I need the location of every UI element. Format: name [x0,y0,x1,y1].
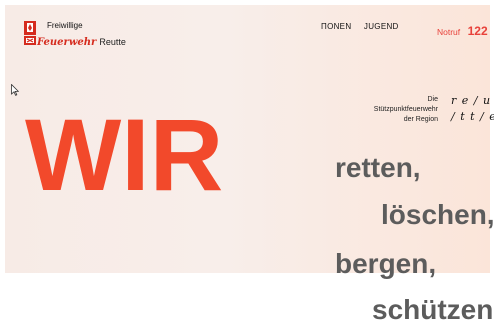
reutte-mark-line: / t t / e [451,110,494,123]
tagline-line: Die [427,96,438,103]
nav-item-einsaetze[interactable]: ΠONEN [321,22,351,31]
logo-line2: Feuerwehr Reutte [37,32,126,50]
tagline-line: Stützpunktfeuerwehr [373,106,438,113]
hero-verb: löschen, [381,199,494,230]
nav-item-jugend[interactable]: JUGEND [364,22,399,31]
tagline: Die Stützpunktfeuerwehr der Region [346,95,438,125]
reutte-mark: r e / u / t t / e [449,92,494,128]
mouse-pointer-icon [11,84,19,96]
emergency-call-link[interactable]: Notruf 122 [437,22,488,40]
main-nav: ΠONEN JUGEND [321,22,409,31]
hero-verb: bergen, [335,248,437,279]
logo-place: Reutte [99,37,126,47]
site-logo[interactable]: Freiwillige Feuerwehr Reutte [23,20,126,50]
logo-brand: Feuerwehr [37,37,97,48]
hero-verb: retten, [335,152,421,183]
reutte-mark-line: r e / u [451,94,492,107]
hero-verb: schützen [372,294,494,325]
emergency-number: 122 [467,24,488,38]
fire-brigade-crest-icon [24,21,36,45]
emergency-label: Notruf [437,27,461,37]
hero-headline: WIR [25,98,224,212]
logo-line1: Freiwillige [47,21,83,30]
tagline-line: der Region [403,116,438,123]
